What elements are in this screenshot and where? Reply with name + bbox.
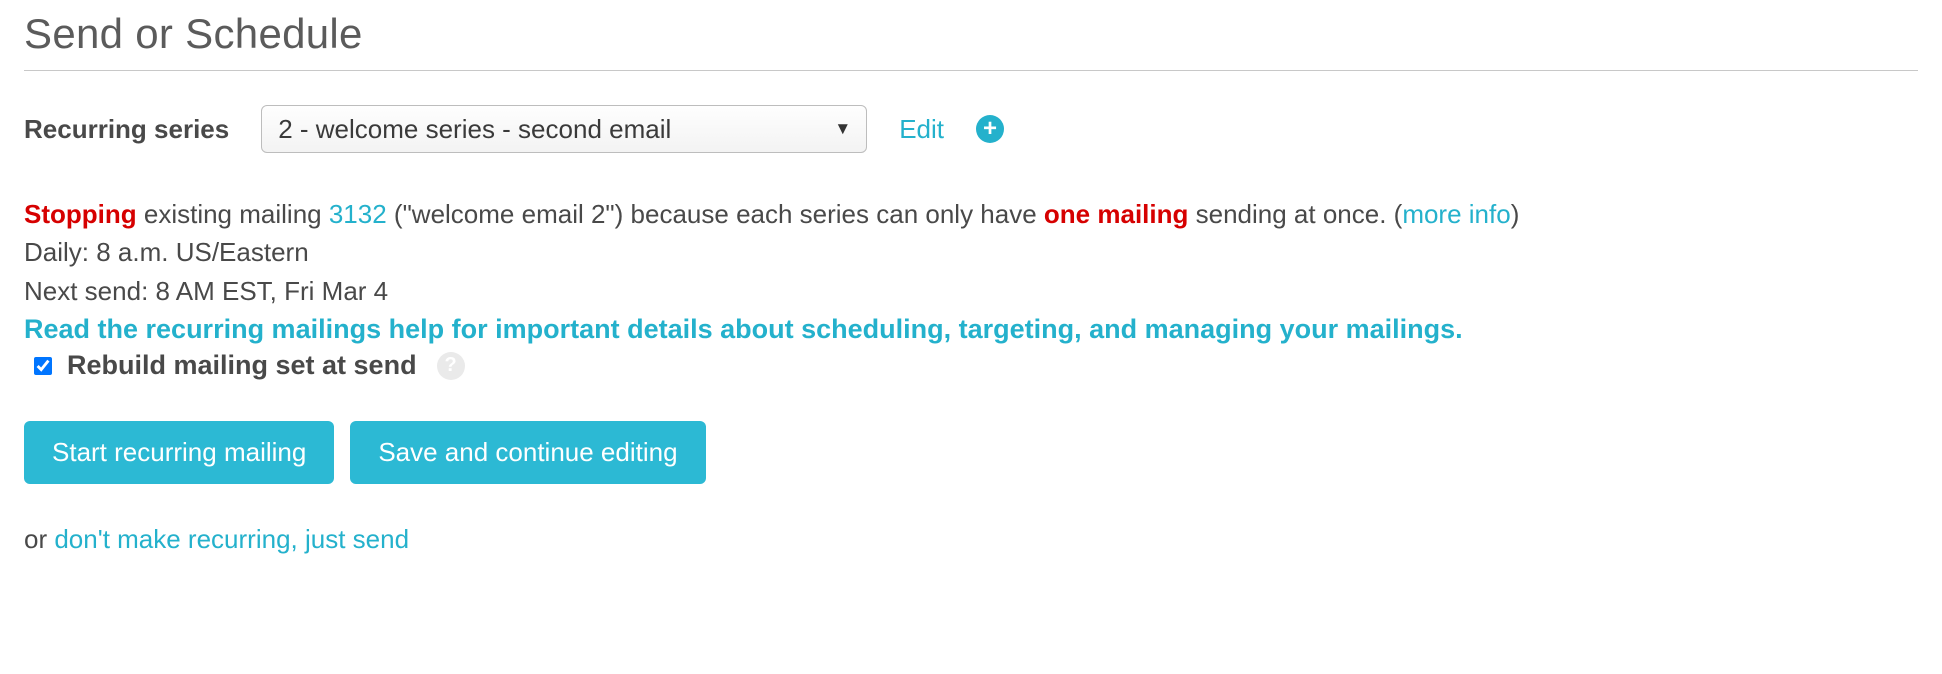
stopping-after-id: ("welcome email 2") because each series …: [387, 199, 1044, 229]
start-recurring-button[interactable]: Start recurring mailing: [24, 421, 334, 484]
rebuild-row: Rebuild mailing set at send ?: [24, 350, 1918, 381]
stopping-line: Stopping existing mailing 3132 ("welcome…: [24, 195, 1918, 233]
save-continue-button[interactable]: Save and continue editing: [350, 421, 705, 484]
stopping-before-id: existing mailing: [137, 199, 329, 229]
add-series-button[interactable]: +: [976, 115, 1004, 143]
title-divider: [24, 70, 1918, 71]
or-text: or: [24, 524, 54, 554]
stopping-word: Stopping: [24, 199, 137, 229]
stopping-after-link: ): [1511, 199, 1520, 229]
recurring-series-label: Recurring series: [24, 114, 229, 145]
more-info-link[interactable]: more info: [1402, 199, 1510, 229]
existing-mailing-link[interactable]: 3132: [329, 199, 387, 229]
recurring-help-link[interactable]: Read the recurring mailings help for imp…: [24, 314, 1463, 344]
or-row: or don't make recurring, just send: [24, 524, 1918, 555]
next-send-line: Next send: 8 AM EST, Fri Mar 4: [24, 272, 1918, 310]
rebuild-label: Rebuild mailing set at send: [67, 350, 417, 381]
recurring-series-select-wrap: 2 - welcome series - second email ▼: [261, 105, 867, 153]
plus-icon: +: [983, 117, 997, 141]
recurring-series-row: Recurring series 2 - welcome series - se…: [24, 105, 1918, 153]
recurring-series-select[interactable]: 2 - welcome series - second email: [261, 105, 867, 153]
daily-schedule-line: Daily: 8 a.m. US/Eastern: [24, 233, 1918, 271]
button-row: Start recurring mailing Save and continu…: [24, 421, 1918, 484]
page-title: Send or Schedule: [24, 10, 1918, 58]
rebuild-checkbox[interactable]: [34, 357, 52, 375]
info-block: Stopping existing mailing 3132 ("welcome…: [24, 195, 1918, 350]
rebuild-help-button[interactable]: ?: [437, 352, 465, 380]
edit-series-link[interactable]: Edit: [899, 114, 944, 145]
dont-recurring-link[interactable]: don't make recurring, just send: [54, 524, 409, 554]
stopping-after-bold: sending at once. (: [1188, 199, 1402, 229]
question-icon: ?: [444, 354, 456, 377]
one-mailing-bold: one mailing: [1044, 199, 1188, 229]
